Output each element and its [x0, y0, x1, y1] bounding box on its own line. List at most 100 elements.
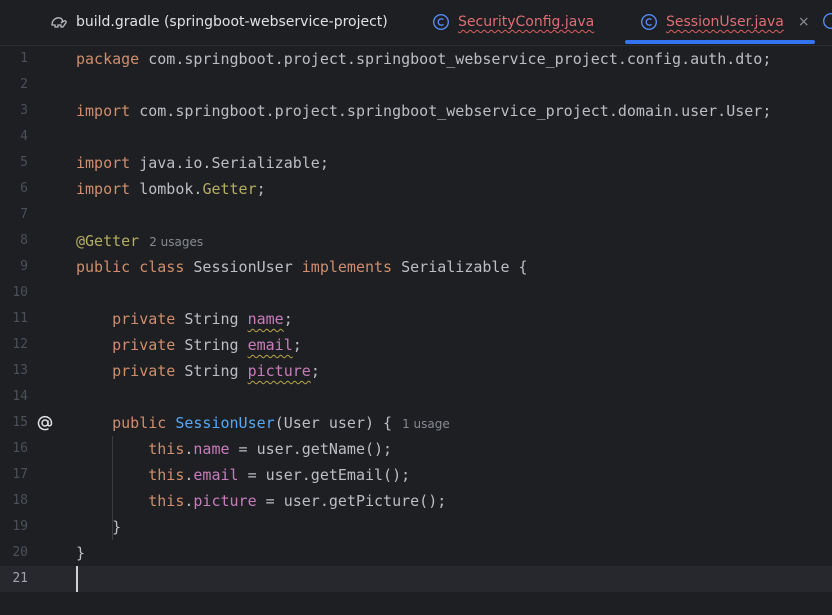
keyword: package	[76, 50, 140, 68]
line-number: 15	[12, 415, 28, 430]
usages-hint[interactable]: 1 usage	[402, 417, 450, 431]
keyword: class	[139, 258, 185, 276]
line-number: 2	[20, 77, 28, 92]
line-number: 14	[12, 389, 28, 404]
annotation: @Getter	[76, 232, 140, 250]
line-number: 21	[12, 571, 28, 586]
class-icon[interactable]	[822, 12, 832, 30]
usages-hint[interactable]: 2 usages	[149, 235, 203, 249]
active-tab-indicator	[625, 40, 815, 44]
interface-name: Serializable {	[392, 258, 528, 276]
line-number: 13	[12, 363, 28, 378]
keyword: import	[76, 180, 131, 198]
current-line: 21	[0, 566, 832, 592]
code-line: 17 this.email = user.getEmail();	[0, 462, 832, 488]
statement: = user.getEmail();	[238, 466, 411, 484]
keyword: private	[112, 310, 176, 328]
field-name: email	[193, 466, 239, 484]
keyword: import	[76, 154, 131, 172]
code-line: 8 @Getter 2 usages	[0, 228, 832, 254]
code-line: 9 public class SessionUser implements Se…	[0, 254, 832, 280]
line-number: 19	[12, 519, 28, 534]
line-number: 11	[12, 311, 28, 326]
semicolon: ;	[292, 336, 302, 354]
statement: = user.getName();	[229, 440, 393, 458]
field-name: name	[247, 310, 284, 328]
line-number: 4	[20, 129, 28, 144]
at-sign-icon[interactable]	[36, 414, 54, 432]
constructor-name: SessionUser	[175, 414, 275, 432]
annotation-name: Getter	[202, 180, 257, 198]
text-caret	[76, 566, 78, 592]
keyword: this	[148, 466, 185, 484]
line-number: 17	[12, 467, 28, 482]
code-line: 2	[0, 72, 832, 98]
type-name: String	[175, 362, 248, 380]
keyword: import	[76, 102, 131, 120]
code-line: 16 this.name = user.getName();	[0, 436, 832, 462]
keyword: this	[148, 492, 185, 510]
line-number: 20	[12, 545, 28, 560]
closing-brace: }	[76, 544, 86, 562]
field-name: email	[247, 336, 293, 354]
line-number: 7	[20, 207, 28, 222]
tab-build-gradle[interactable]: build.gradle (springboot-webservice-proj…	[50, 0, 388, 44]
code-line: 12 private String email;	[0, 332, 832, 358]
tab-security-config[interactable]: SecurityConfig.java	[432, 0, 594, 44]
code-line: 10	[0, 280, 832, 306]
field-name: picture	[247, 362, 311, 380]
line-number: 16	[12, 441, 28, 456]
keyword: private	[112, 336, 176, 354]
class-name: SessionUser	[193, 258, 293, 276]
code-line: 11 private String name;	[0, 306, 832, 332]
import-path: lombok.	[130, 180, 203, 198]
class-icon	[640, 13, 658, 31]
line-number: 5	[20, 155, 28, 170]
parameters: (User user) {	[274, 414, 393, 432]
semicolon: ;	[283, 310, 293, 328]
tab-session-user[interactable]: SessionUser.java ×	[640, 0, 810, 44]
code-line: 7	[0, 202, 832, 228]
field-name: name	[193, 440, 230, 458]
semicolon: ;	[256, 180, 266, 198]
keyword: this	[148, 440, 185, 458]
editor-tab-bar: build.gradle (springboot-webservice-proj…	[0, 0, 832, 46]
line-number: 12	[12, 337, 28, 352]
code-line: 6 import lombok.Getter;	[0, 176, 832, 202]
code-line: 18 this.picture = user.getPicture();	[0, 488, 832, 514]
field-name: picture	[193, 492, 257, 510]
gradle-icon	[50, 13, 68, 31]
keyword: public	[76, 258, 131, 276]
line-number: 9	[20, 259, 28, 274]
line-number: 6	[20, 181, 28, 196]
class-icon	[432, 13, 450, 31]
tab-build-gradle-label: build.gradle (springboot-webservice-proj…	[76, 14, 388, 30]
code-line: 4	[0, 124, 832, 150]
keyword: public	[112, 414, 167, 432]
package-name: com.springboot.project.springboot_webser…	[139, 50, 772, 68]
tab-security-config-label: SecurityConfig.java	[458, 14, 595, 30]
keyword: private	[112, 362, 176, 380]
line-number: 1	[20, 51, 28, 66]
code-line: 20 }	[0, 540, 832, 566]
line-number: 8	[20, 233, 28, 248]
statement: = user.getPicture();	[256, 492, 447, 510]
code-line: 5 import java.io.Serializable;	[0, 150, 832, 176]
import-path: java.io.Serializable;	[130, 154, 329, 172]
line-number: 18	[12, 493, 28, 508]
code-line: 1 package com.springboot.project.springb…	[0, 46, 832, 72]
keyword: implements	[301, 258, 393, 276]
code-line: 3 import com.springboot.project.springbo…	[0, 98, 832, 124]
tab-session-user-label: SessionUser.java	[666, 14, 784, 30]
code-line: 15 public SessionUser(User user) { 1 usag…	[0, 410, 832, 436]
line-number: 3	[20, 103, 28, 118]
code-line: 19 }	[0, 514, 832, 540]
type-name: String	[175, 336, 248, 354]
semicolon: ;	[310, 362, 320, 380]
closing-brace: }	[112, 518, 122, 536]
code-editor[interactable]: 1 package com.springboot.project.springb…	[0, 46, 832, 615]
code-line: 13 private String picture;	[0, 358, 832, 384]
type-name: String	[175, 310, 248, 328]
close-icon[interactable]: ×	[798, 14, 810, 30]
line-number: 10	[12, 285, 28, 300]
